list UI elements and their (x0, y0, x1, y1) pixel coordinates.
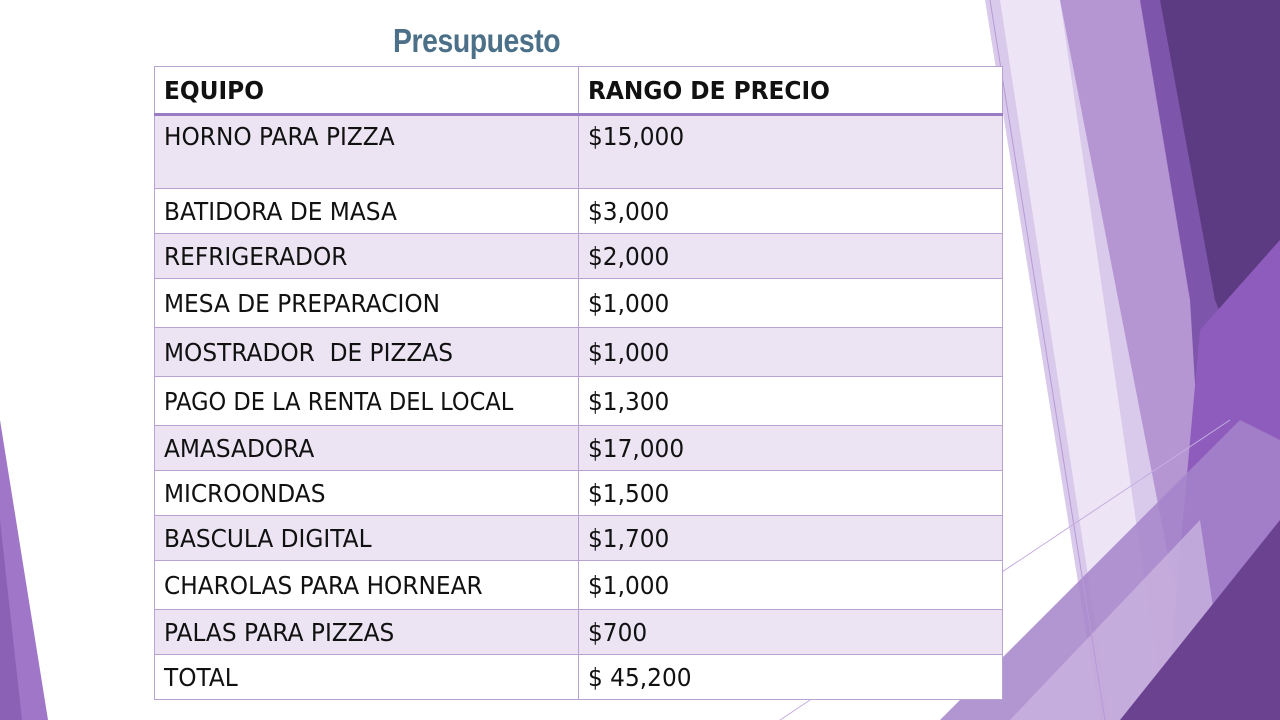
table-row: HORNO PARA PIZZA $15,000 (154, 114, 1003, 189)
item-cell: MOSTRADOR DE PIZZAS (154, 327, 579, 377)
table-row: PAGO DE LA RENTA DEL LOCAL $1,300 (154, 376, 1003, 426)
price-cell: $3,000 (578, 188, 1003, 234)
table-row: PALAS PARA PIZZAS $700 (154, 609, 1003, 655)
price-cell: $2,000 (578, 233, 1003, 279)
table-row: BASCULA DIGITAL $1,700 (154, 515, 1003, 561)
header-rango-de-precio: RANGO DE PRECIO (578, 66, 1003, 116)
price-cell: $15,000 (578, 114, 1003, 189)
price-cell: $1,000 (578, 560, 1003, 610)
item-cell: REFRIGERADOR (154, 233, 579, 279)
slide: Presupuesto EQUIPO RANGO DE PRECIO HORNO… (0, 0, 1280, 720)
table-row: MOSTRADOR DE PIZZAS $1,000 (154, 327, 1003, 377)
header-equipo: EQUIPO (154, 66, 579, 116)
table-row: REFRIGERADOR $2,000 (154, 233, 1003, 279)
price-cell: $1,700 (578, 515, 1003, 561)
item-cell: PAGO DE LA RENTA DEL LOCAL (154, 376, 579, 426)
price-cell: $1,000 (578, 278, 1003, 328)
item-cell: MESA DE PREPARACION (154, 278, 579, 328)
item-cell: PALAS PARA PIZZAS (154, 609, 579, 655)
price-cell: $1,500 (578, 470, 1003, 516)
budget-table: EQUIPO RANGO DE PRECIO HORNO PARA PIZZA … (154, 66, 1003, 700)
table-row: MESA DE PREPARACION $1,000 (154, 278, 1003, 328)
price-cell: $1,300 (578, 376, 1003, 426)
item-cell: MICROONDAS (154, 470, 579, 516)
total-value-cell: $ 45,200 (578, 654, 1003, 700)
table-header-row: EQUIPO RANGO DE PRECIO (154, 66, 1003, 116)
item-cell: CHAROLAS PARA HORNEAR (154, 560, 579, 610)
table-row: CHAROLAS PARA HORNEAR $1,000 (154, 560, 1003, 610)
table-row-total: TOTAL $ 45,200 (154, 654, 1003, 700)
price-cell: $700 (578, 609, 1003, 655)
price-cell: $1,000 (578, 327, 1003, 377)
item-cell: HORNO PARA PIZZA (154, 114, 579, 189)
table-row: BATIDORA DE MASA $3,000 (154, 188, 1003, 234)
price-cell: $17,000 (578, 425, 1003, 471)
item-cell: AMASADORA (154, 425, 579, 471)
slide-title: Presupuesto (393, 22, 561, 59)
item-cell: BATIDORA DE MASA (154, 188, 579, 234)
item-cell: BASCULA DIGITAL (154, 515, 579, 561)
table-row: AMASADORA $17,000 (154, 425, 1003, 471)
table-row: MICROONDAS $1,500 (154, 470, 1003, 516)
total-label-cell: TOTAL (154, 654, 579, 700)
